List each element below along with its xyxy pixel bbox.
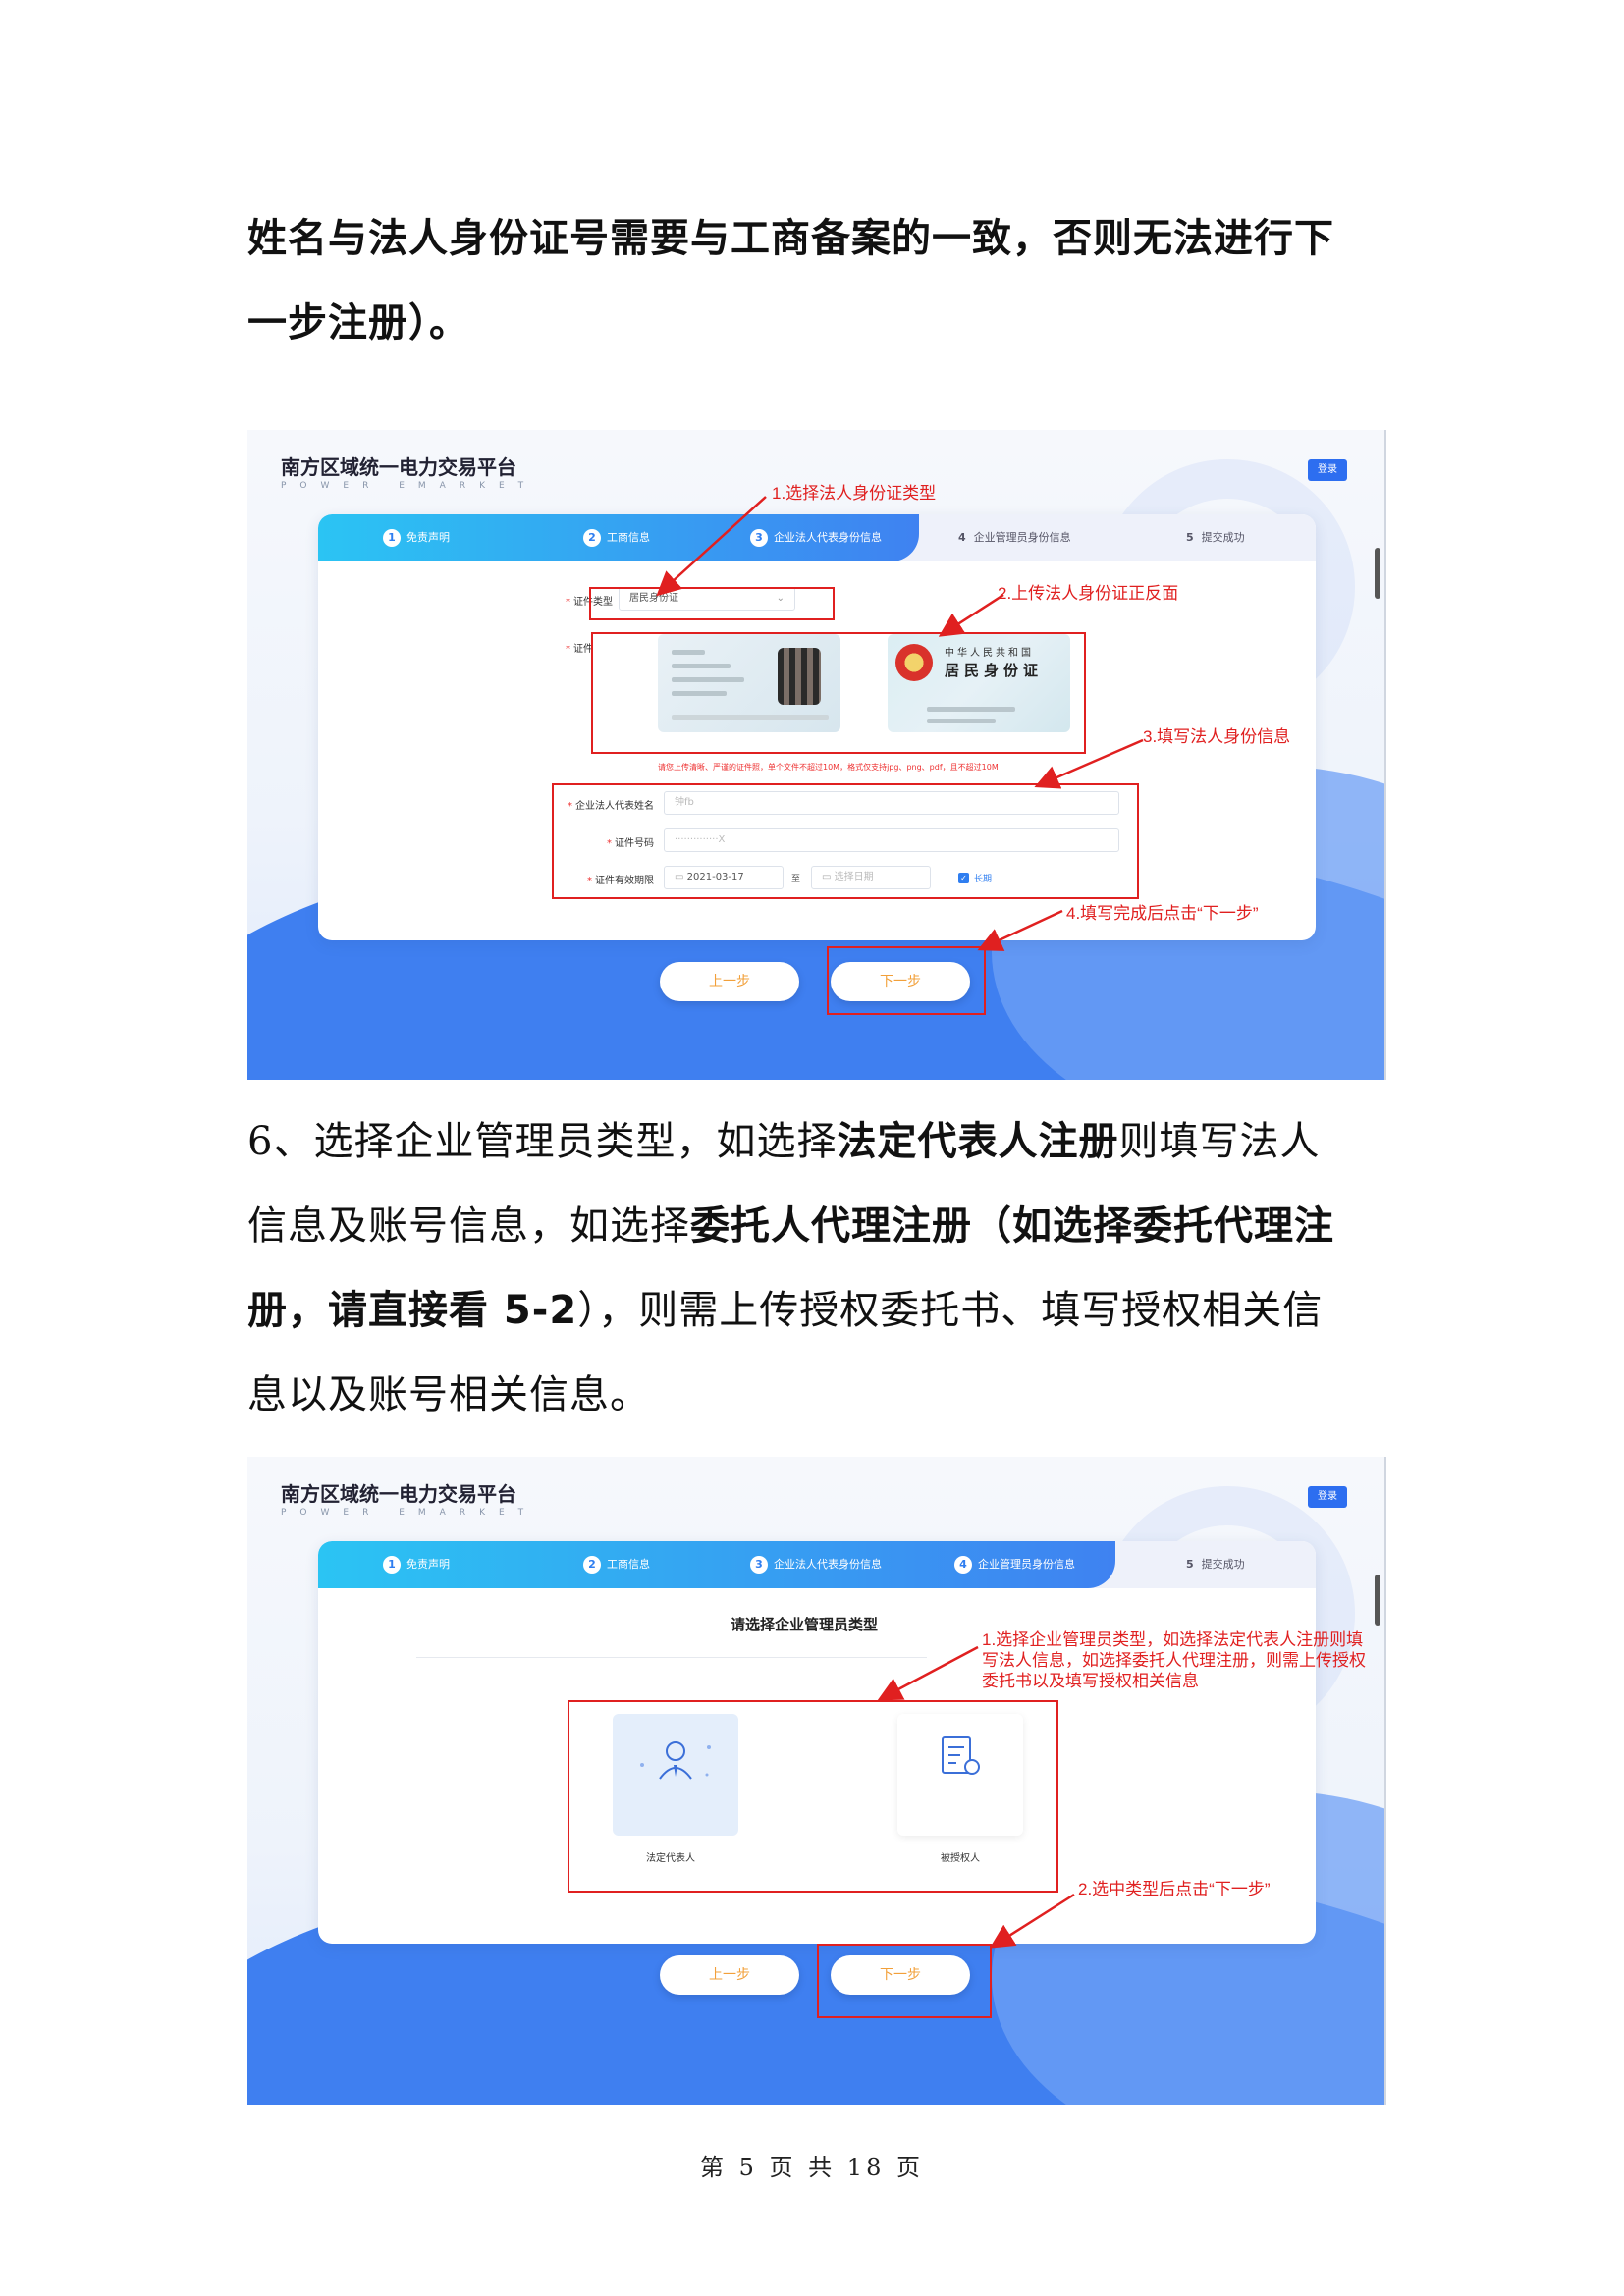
step-number: 4 bbox=[954, 1556, 972, 1574]
annotation-4: 4.填写完成后点击“下一步” bbox=[1066, 904, 1259, 923]
paragraph-2-line-4: 息以及账号相关信息。 bbox=[247, 1372, 650, 1417]
step-2: 2 工商信息 bbox=[583, 1541, 650, 1588]
annotation-1: 1.选择法人身份证类型 bbox=[772, 484, 937, 503]
annotation-box-id-upload bbox=[591, 632, 1086, 754]
step-1: 1 免责声明 bbox=[383, 1541, 450, 1588]
step-label: 企业管理员身份信息 bbox=[978, 1558, 1075, 1571]
scrollbar[interactable] bbox=[1375, 548, 1380, 599]
brand-name: 南方区域统一电力交易平台 bbox=[281, 457, 516, 479]
step-number: 3 bbox=[750, 529, 768, 547]
annotation-1: 1.选择企业管理员类型，如选择法定代表人注册则填写法人信息，如选择委托人代理注册… bbox=[982, 1630, 1366, 1690]
annotation-box-id-info bbox=[552, 783, 1139, 899]
cert-label: * 证件 bbox=[566, 644, 593, 655]
step-label: 免责声明 bbox=[406, 1558, 450, 1571]
paragraph-2: 6、选择企业管理员类型，如选择法定代表人注册则填写法人 信息及账号信息，如选择委… bbox=[247, 1099, 1386, 1437]
paragraph-2-line-2: 信息及账号信息，如选择委托人代理注册（如选择委托代理注 bbox=[247, 1203, 1334, 1249]
step-label: 企业法人代表身份信息 bbox=[774, 531, 882, 544]
upload-hint: 请您上传清晰、严谨的证件照，单个文件不超过10M，格式仅支持jpg、png、pd… bbox=[658, 763, 999, 772]
paragraph-1: 姓名与法人身份证号需要与工商备案的一致，否则无法进行下 一步注册）。 bbox=[247, 196, 1386, 365]
step-label: 提交成功 bbox=[1201, 1558, 1245, 1571]
step-number: 5 bbox=[1186, 531, 1194, 544]
annotation-box-next bbox=[827, 946, 986, 1015]
step-4: 4 企业管理员身份信息 bbox=[958, 514, 1071, 561]
step-number: 3 bbox=[750, 1556, 768, 1574]
step-label: 工商信息 bbox=[607, 1558, 650, 1571]
step-bar: 1 免责声明 2 工商信息 3 企业法人代表身份信息 4 企业管理员身份信息 5 提交成功 bbox=[318, 1541, 1316, 1588]
brand-subtitle: POWER EMARKET bbox=[281, 481, 538, 491]
paragraph-2-line-3: 册，请直接看 5-2），则需上传授权委托书、填写授权相关信 bbox=[247, 1288, 1324, 1333]
divider bbox=[416, 1657, 927, 1658]
step-number: 1 bbox=[383, 1556, 401, 1574]
step-number: 2 bbox=[583, 529, 601, 547]
prev-button[interactable]: 上一步 bbox=[660, 1955, 799, 1995]
prev-button[interactable]: 上一步 bbox=[660, 962, 799, 1001]
admin-type-title: 请选择企业管理员类型 bbox=[731, 1616, 879, 1633]
step-label: 免责声明 bbox=[406, 531, 450, 544]
step-number: 5 bbox=[1186, 1558, 1194, 1571]
scrollbar[interactable] bbox=[1375, 1575, 1380, 1626]
step-label: 工商信息 bbox=[607, 531, 650, 544]
step-5: 5 提交成功 bbox=[1186, 514, 1245, 561]
step-number: 2 bbox=[583, 1556, 601, 1574]
brand-name: 南方区域统一电力交易平台 bbox=[281, 1484, 516, 1506]
annotation-box-types bbox=[568, 1700, 1058, 1893]
brand-logo: 南方区域统一电力交易平台 POWER EMARKET bbox=[281, 452, 537, 491]
brand-logo: 南方区域统一电力交易平台 POWER EMARKET bbox=[281, 1478, 537, 1518]
step-label: 企业管理员身份信息 bbox=[973, 531, 1071, 544]
step-label: 提交成功 bbox=[1201, 531, 1245, 544]
screenshot-admin-type: 南方区域统一电力交易平台 POWER EMARKET 登录 1 免责声明 2 工商信… bbox=[247, 1457, 1386, 2105]
paragraph-1-line-2: 一步注册）。 bbox=[247, 300, 469, 346]
paragraph-2-line-1: 6、选择企业管理员类型，如选择法定代表人注册则填写法人 bbox=[247, 1119, 1321, 1164]
step-3: 3 企业法人代表身份信息 bbox=[750, 1541, 882, 1588]
login-button[interactable]: 登录 bbox=[1308, 1486, 1347, 1508]
step-number: 1 bbox=[383, 529, 401, 547]
step-3: 3 企业法人代表身份信息 bbox=[750, 514, 882, 561]
step-2: 2 工商信息 bbox=[583, 514, 650, 561]
annotation-box-next bbox=[817, 1944, 992, 2018]
annotation-2: 2.选中类型后点击“下一步” bbox=[1078, 1880, 1271, 1898]
paragraph-1-line-1: 姓名与法人身份证号需要与工商备案的一致，否则无法进行下 bbox=[247, 216, 1334, 261]
step-number: 4 bbox=[958, 531, 966, 544]
annotation-2: 2.上传法人身份证正反面 bbox=[998, 584, 1179, 603]
annotation-box-cert-type bbox=[589, 587, 835, 620]
step-label: 企业法人代表身份信息 bbox=[774, 1558, 882, 1571]
page-footer: 第 5 页 共 18 页 bbox=[700, 2154, 924, 2181]
step-1: 1 免责声明 bbox=[383, 514, 450, 561]
login-button[interactable]: 登录 bbox=[1308, 459, 1347, 481]
brand-subtitle: POWER EMARKET bbox=[281, 1508, 538, 1518]
step-4: 4 企业管理员身份信息 bbox=[954, 1541, 1075, 1588]
step-5: 5 提交成功 bbox=[1186, 1541, 1245, 1588]
step-bar: 1 免责声明 2 工商信息 3 企业法人代表身份信息 4 企业管理员身份信息 5 提交成功 bbox=[318, 514, 1316, 561]
screenshot-id-info: 南方区域统一电力交易平台 POWER EMARKET 登录 1 免责声明 2 工商信… bbox=[247, 430, 1386, 1080]
annotation-3: 3.填写法人身份信息 bbox=[1143, 727, 1291, 746]
